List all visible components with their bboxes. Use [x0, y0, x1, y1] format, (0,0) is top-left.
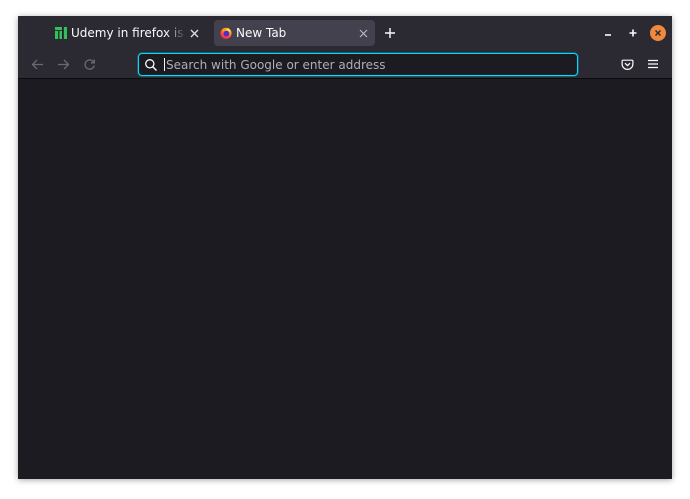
back-button[interactable] [29, 56, 45, 72]
tab-new-tab[interactable]: New Tab [214, 20, 375, 46]
forward-arrow-icon [57, 59, 69, 69]
maximize-button[interactable] [626, 26, 640, 40]
reload-icon [83, 58, 95, 70]
hamburger-menu-icon [648, 59, 658, 69]
minimize-button[interactable] [601, 26, 615, 40]
tab-udemy[interactable]: Udemy in firefox is glitch [51, 20, 206, 46]
tab-strip: Udemy in firefox is glitch [18, 16, 672, 50]
browser-window: Udemy in firefox is glitch [18, 16, 672, 479]
app-menu-button[interactable] [645, 56, 661, 72]
tab-title: New Tab [236, 26, 287, 40]
back-arrow-icon [31, 59, 43, 69]
firefox-icon [220, 27, 232, 39]
url-input[interactable] [165, 54, 577, 75]
search-icon [144, 58, 158, 72]
page-content-area[interactable] [18, 79, 672, 479]
new-tab-button[interactable] [382, 25, 398, 41]
plus-icon [385, 28, 395, 38]
pocket-icon [621, 59, 633, 70]
tab-close-button[interactable] [186, 25, 202, 41]
close-icon [654, 29, 662, 37]
reload-button[interactable] [81, 56, 97, 72]
close-icon [359, 29, 367, 37]
maximize-icon [629, 29, 637, 37]
tab-title: Udemy in firefox is glitch [71, 26, 186, 40]
minimize-icon [605, 34, 611, 36]
close-icon [190, 29, 198, 37]
pocket-button[interactable] [619, 56, 635, 72]
forward-button[interactable] [55, 56, 71, 72]
navigation-toolbar [18, 50, 672, 79]
manjaro-icon [55, 27, 67, 39]
window-close-button[interactable] [650, 25, 666, 41]
tab-close-button[interactable] [355, 25, 371, 41]
address-bar[interactable] [138, 53, 578, 76]
